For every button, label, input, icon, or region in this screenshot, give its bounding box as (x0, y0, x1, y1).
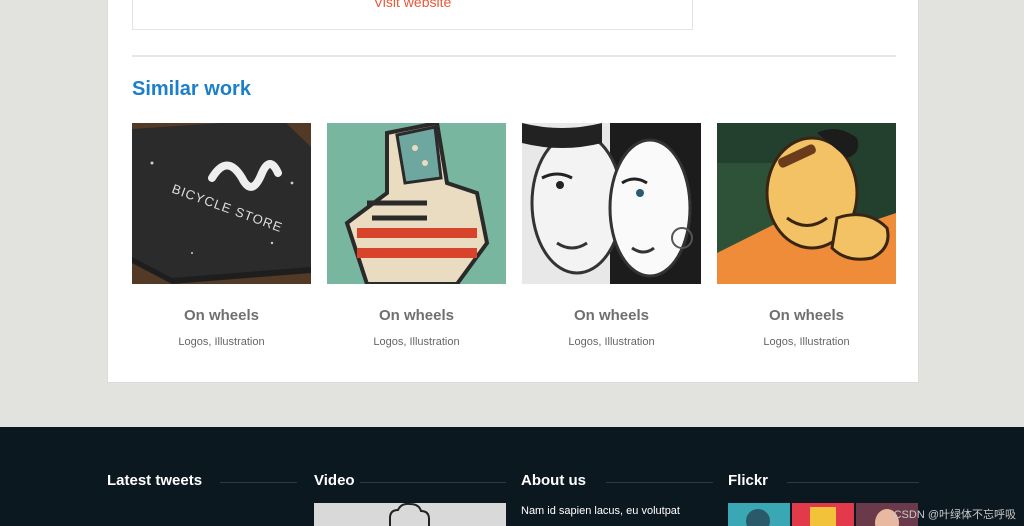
content-card: Visit website Similar work BICYCLE STORE… (107, 0, 919, 383)
flickr-photo[interactable] (792, 503, 854, 526)
about-heading: About us (521, 472, 586, 489)
tweets-heading: Latest tweets (107, 472, 203, 489)
watermark: CSDN @叶绿体不忘呼吸 (893, 509, 1016, 521)
work-item[interactable]: On wheels Logos, Illustration (327, 123, 506, 348)
cigar-man-thumbnail[interactable] (717, 123, 896, 284)
work-tags: Logos, Illustration (763, 336, 850, 348)
work-title[interactable]: On wheels (132, 307, 311, 324)
heading-rule (220, 482, 297, 483)
similar-work-heading: Similar work (132, 78, 251, 100)
video-player[interactable] (314, 503, 506, 526)
footer-video: Video (314, 427, 506, 526)
footer-flickr: Flickr (728, 427, 920, 526)
video-heading: Video (314, 472, 355, 489)
work-item[interactable]: BICYCLE STORE On wheels Logos, Illustrat… (132, 123, 311, 348)
heading-rule (360, 482, 506, 483)
project-info-box: Visit website (132, 0, 693, 30)
couple-sketch-thumbnail[interactable] (522, 123, 701, 284)
work-tags: Logos, Illustration (568, 336, 655, 348)
heading-rule (606, 482, 713, 483)
footer-tweets: Latest tweets (107, 427, 299, 526)
footer: Latest tweets Video About us Nam id sapi… (0, 427, 1024, 526)
work-item[interactable]: On wheels Logos, Illustration (522, 123, 701, 348)
footer-about: About us Nam id sapien lacus, eu volutpa… (521, 427, 713, 526)
heading-rule (787, 482, 919, 483)
cloud-icon (389, 503, 430, 526)
section-divider (132, 55, 896, 57)
work-tags: Logos, Illustration (178, 336, 265, 348)
about-text: Nam id sapien lacus, eu volutpat (521, 505, 680, 517)
bicycle-store-thumbnail[interactable]: BICYCLE STORE (132, 123, 311, 284)
work-title[interactable]: On wheels (522, 307, 701, 324)
work-tags: Logos, Illustration (373, 336, 460, 348)
work-item[interactable]: On wheels Logos, Illustration (717, 123, 896, 348)
similar-work-grid: BICYCLE STORE On wheels Logos, Illustrat… (132, 123, 896, 348)
work-title[interactable]: On wheels (327, 307, 506, 324)
flickr-photo[interactable] (728, 503, 790, 526)
visit-website-link[interactable]: Visit website (133, 0, 692, 10)
flag-fist-thumbnail[interactable] (327, 123, 506, 284)
flickr-heading: Flickr (728, 472, 769, 489)
work-title[interactable]: On wheels (717, 307, 896, 324)
